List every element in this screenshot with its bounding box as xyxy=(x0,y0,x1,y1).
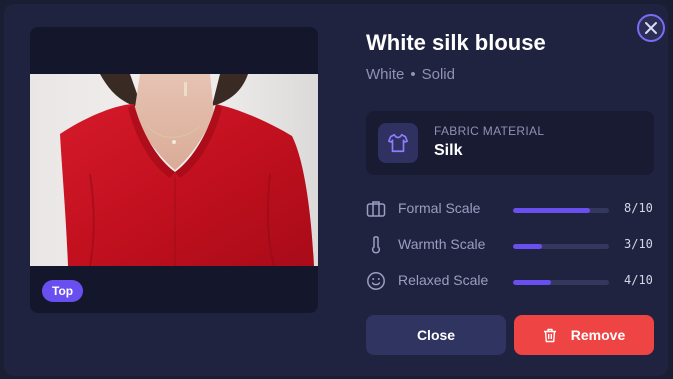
formal-scale-fill xyxy=(513,208,590,213)
thermometer-icon xyxy=(371,236,381,254)
relaxed-scale-label: Relaxed Scale xyxy=(398,272,489,288)
warmth-scale-row: Warmth Scale 3/10 xyxy=(366,233,656,255)
close-button[interactable]: Close xyxy=(366,315,506,355)
close-icon xyxy=(645,22,657,34)
formal-scale-label: Formal Scale xyxy=(398,200,481,216)
relaxed-scale-bar xyxy=(513,280,609,285)
formal-scale-row: Formal Scale 8/10 xyxy=(366,197,656,219)
item-subtitle: White • Solid xyxy=(366,66,455,83)
warmth-scale-bar xyxy=(513,244,609,249)
remove-button[interactable]: Remove xyxy=(514,315,654,355)
separator-dot: • xyxy=(410,66,416,83)
close-button-label: Close xyxy=(416,327,456,343)
formal-scale-bar xyxy=(513,208,609,213)
fabric-material-label: FABRIC MATERIAL xyxy=(434,124,545,138)
formal-scale-value: 8/10 xyxy=(624,201,653,215)
blouse-photo-illustration xyxy=(60,74,314,266)
category-badge: Top xyxy=(42,280,84,302)
item-detail-modal: Top White silk blouse White • Solid FABRIC… xyxy=(4,4,668,376)
remove-button-label: Remove xyxy=(570,327,626,343)
warmth-scale-fill xyxy=(513,244,542,249)
briefcase-icon xyxy=(366,201,386,217)
fabric-material-value: Silk xyxy=(434,142,463,159)
close-icon-button[interactable] xyxy=(637,14,665,42)
item-title: White silk blouse xyxy=(366,30,546,55)
item-pattern: Solid xyxy=(421,66,455,83)
relaxed-scale-value: 4/10 xyxy=(624,273,653,287)
relaxed-scale-row: Relaxed Scale 4/10 xyxy=(366,269,656,291)
warmth-scale-label: Warmth Scale xyxy=(398,236,486,252)
trash-icon xyxy=(543,328,557,343)
fabric-material-card: FABRIC MATERIAL Silk xyxy=(366,111,654,175)
item-color: White xyxy=(366,66,405,83)
warmth-scale-value: 3/10 xyxy=(624,237,653,251)
smile-icon xyxy=(367,272,385,290)
item-image-card: Top xyxy=(30,27,318,313)
item-photo xyxy=(30,74,318,266)
shirt-icon xyxy=(378,123,418,163)
relaxed-scale-fill xyxy=(513,280,552,285)
